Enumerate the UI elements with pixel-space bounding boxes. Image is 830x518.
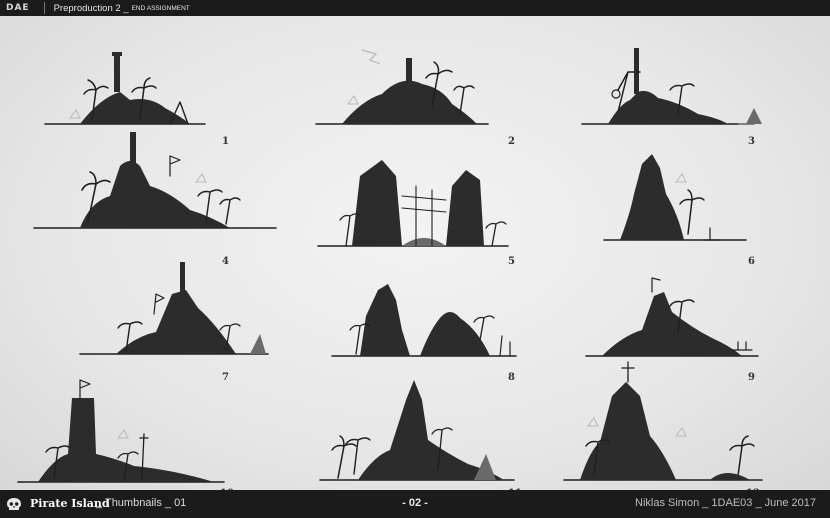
island-sketch-4	[33, 132, 277, 229]
island-sketch-11	[319, 380, 515, 481]
thumbnail-10	[14, 374, 228, 486]
thumbnail-9	[582, 272, 762, 360]
assignment-label: END ASSIGNMENT	[131, 4, 190, 12]
island-sketch-10	[17, 379, 225, 483]
island-sketch-3	[581, 48, 762, 125]
thumbnail-11	[318, 370, 516, 484]
island-sketch-5	[317, 160, 509, 247]
island-sketch-9	[585, 277, 759, 357]
island-sketch-2	[315, 49, 489, 125]
island-sketch-6	[603, 154, 747, 241]
presentation-slide: DAE Preproduction 2 _ END ASSIGNMENT 1 2…	[0, 0, 830, 518]
thumbnail-sheet: 1 2 3 4 5 6 7 8 9	[0, 16, 830, 499]
thumbnail-6	[600, 144, 750, 242]
thumbnail-7	[76, 254, 272, 358]
island-sketch-7	[79, 262, 269, 355]
thumbnail-number: 6	[748, 256, 755, 267]
bottom-bar: Pirate Island _ Thumbnails _ 01 - 02 - N…	[0, 490, 830, 518]
thumbnail-4	[30, 126, 280, 246]
thumbnail-2	[312, 44, 492, 128]
author-credit: Niklas Simon _ 1DAE03 _ June 2017	[635, 497, 816, 509]
thumbnail-8	[330, 270, 520, 360]
thumbnail-1	[40, 48, 210, 128]
course-title: Preproduction 2 _	[53, 2, 129, 14]
island-sketch-1	[44, 52, 206, 125]
top-bar: DAE Preproduction 2 _ END ASSIGNMENT	[0, 0, 830, 16]
thumbnail-3	[578, 42, 778, 128]
dae-logo: DAE	[6, 3, 30, 13]
thumbnail-5	[316, 146, 510, 252]
header-divider	[43, 2, 45, 14]
island-sketch-12	[563, 361, 763, 481]
thumbnail-12	[560, 356, 766, 486]
thumbnail-number: 5	[508, 256, 515, 267]
island-sketch-8	[331, 284, 517, 357]
